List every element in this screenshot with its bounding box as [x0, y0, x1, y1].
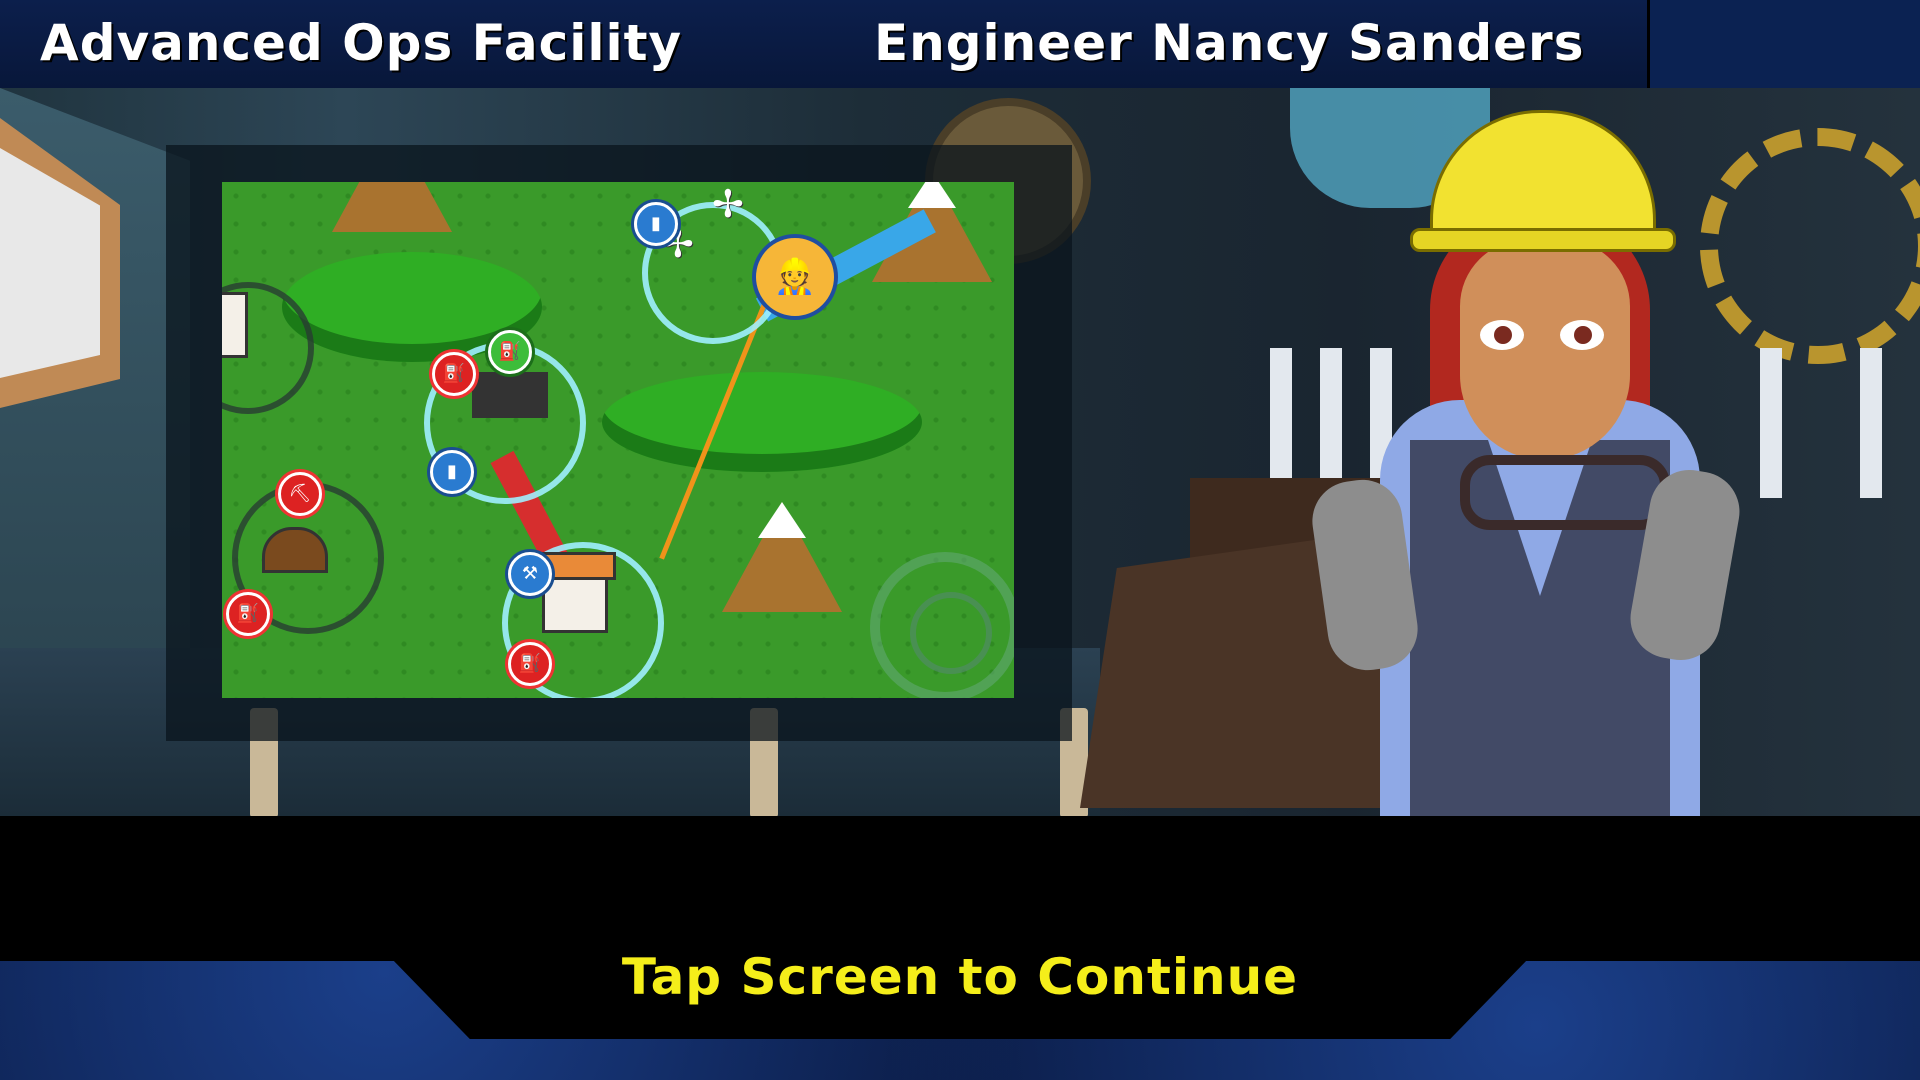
npc-goggles [1460, 455, 1670, 530]
top-bar: Advanced Ops Facility Engineer Nancy San… [0, 0, 1920, 128]
clock-icon [870, 552, 1014, 698]
npc-eye [1480, 320, 1524, 350]
fuel-icon: ⛽ [508, 642, 552, 686]
fuel-icon: ⛽ [488, 330, 532, 374]
hard-hat [1430, 110, 1656, 246]
light-bar [1860, 348, 1882, 498]
house-building [222, 292, 248, 358]
mine-entrance [262, 527, 328, 573]
dialog-box[interactable] [0, 816, 1920, 961]
mountain [722, 502, 842, 612]
tap-to-continue-prompt[interactable]: Tap Screen to Continue [0, 948, 1920, 1006]
speaker-name: Engineer Nancy Sanders [874, 14, 1585, 72]
fuel-icon: ⛽ [432, 352, 476, 396]
hard-hat-brim [1410, 228, 1676, 252]
npc-engineer-portrait [1300, 100, 1760, 830]
depot-building [472, 372, 548, 418]
light-bar [1760, 348, 1782, 498]
light-bar [1270, 348, 1292, 498]
npc-eye [1560, 320, 1604, 350]
tools-icon: ⛏ [278, 472, 322, 516]
wrench-icon: ⚒ [508, 552, 552, 596]
location-title: Advanced Ops Facility [40, 14, 683, 72]
engineer-icon: 👷 [752, 234, 838, 320]
wind-turbine-icon: ✢ [712, 182, 744, 226]
battery-icon: ▮ [430, 450, 474, 494]
battery-icon: ▮ [634, 202, 678, 246]
mountain [332, 182, 452, 232]
npc-face [1460, 240, 1630, 460]
hill [602, 372, 922, 472]
fuel-icon: ⛽ [226, 592, 270, 636]
tutorial-map-image: ✢ ✢ 👷 ▮ ⛽ ⛽ ▮ ⚒ ⛽ ⛏ ⛽ [222, 182, 1014, 698]
